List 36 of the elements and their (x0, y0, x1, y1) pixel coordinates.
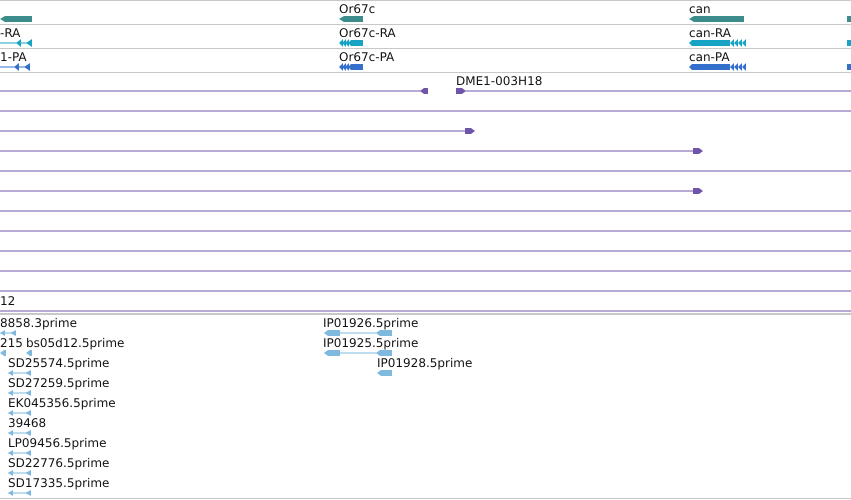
est-label: IP01925.5prime (323, 336, 418, 350)
est-label: SD17335.5prime (8, 476, 110, 490)
transcript-label: Or67c-PA (339, 50, 394, 64)
transcript-label: can-PA (689, 50, 730, 64)
clone-label: DME1-003H18 (456, 74, 542, 88)
gene-label: can (689, 2, 711, 16)
est-glyph (8, 489, 31, 497)
est-glyph (324, 329, 392, 337)
est-glyph (8, 389, 31, 397)
transcript-label: can-RA (689, 26, 731, 40)
est-label: LP09456.5prime (8, 436, 107, 450)
transcript-label: -RA (0, 26, 20, 40)
est-glyph (377, 369, 392, 377)
est-label: SD27259.5prime (8, 376, 110, 390)
est-label: SD22776.5prime (8, 456, 110, 470)
gene-label: Or67c (339, 2, 376, 16)
est-glyph (8, 369, 31, 377)
est-label: 8858.3prime (0, 316, 77, 330)
est-label: IP01928.5prime (377, 356, 472, 370)
est-label: bs05d12.5prime (26, 336, 124, 350)
est-label: IP01926.5prime (323, 316, 418, 330)
est-glyph (8, 409, 31, 417)
est-glyph (0, 329, 16, 337)
est-glyph (8, 429, 31, 437)
est-glyph (26, 349, 32, 357)
est-label: 215 (0, 336, 23, 350)
transcript-label: 1-PA (0, 50, 27, 64)
est-glyph (8, 469, 31, 477)
est-glyph (0, 349, 6, 357)
est-label: SD25574.5prime (8, 356, 110, 370)
est-glyph (8, 449, 31, 457)
est-label: 39468 (8, 416, 46, 430)
est-label: EK045356.5prime (8, 396, 116, 410)
est-glyph (324, 349, 392, 357)
clone-label: 12 (0, 294, 16, 308)
transcript-label: Or67c-RA (339, 26, 396, 40)
